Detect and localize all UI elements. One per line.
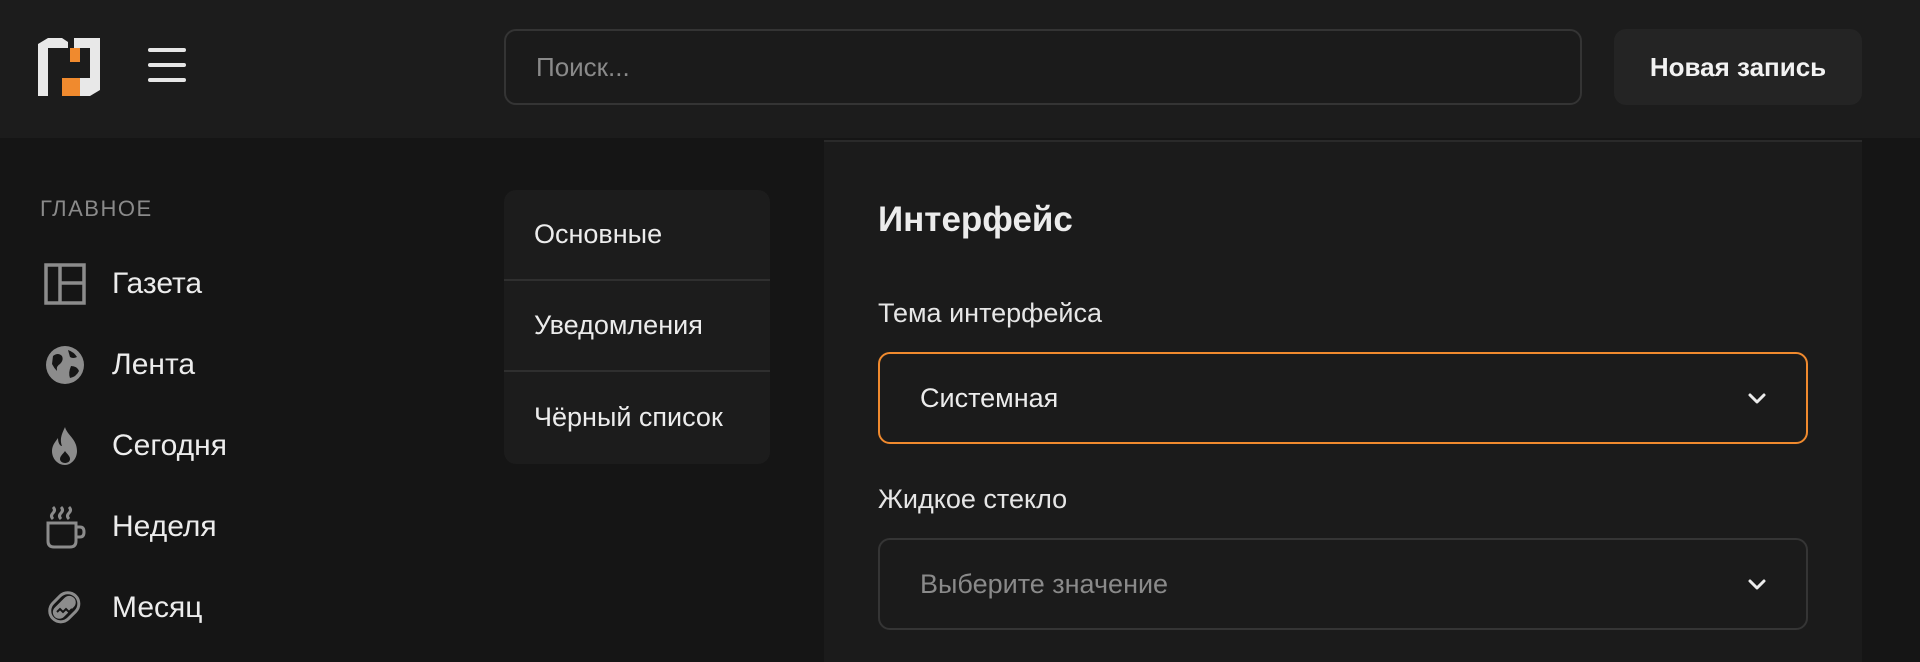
chevron-down-icon — [1748, 579, 1766, 590]
newspaper-layout-icon — [40, 259, 90, 309]
theme-select-value: Системная — [920, 382, 1059, 413]
tab-blacklist[interactable]: Чёрный список — [504, 372, 770, 463]
search-input[interactable] — [504, 29, 1582, 105]
glass-select[interactable]: Выберите значение — [878, 538, 1808, 630]
coffee-cup-icon — [40, 502, 90, 552]
flame-icon — [40, 421, 90, 471]
menu-icon[interactable] — [148, 48, 186, 84]
panel-title: Интерфейс — [878, 200, 1073, 239]
sidebar-item-gazeta[interactable]: Газета — [40, 252, 440, 316]
sidebar-item-label: Газета — [112, 267, 203, 300]
sidebar-item-lenta[interactable]: Лента — [40, 333, 440, 397]
sidebar-item-segodnya[interactable]: Сегодня — [40, 414, 440, 478]
settings-tabs: Основные Уведомления Чёрный список — [504, 190, 770, 464]
sidebar-item-label: Месяц — [112, 591, 203, 624]
sidebar-item-label: Лента — [112, 348, 196, 381]
theme-select[interactable]: Системная — [878, 352, 1808, 444]
sidebar-section-title: ГЛАВНОЕ — [40, 196, 153, 221]
sidebar-item-label: Сегодня — [112, 429, 227, 462]
top-header: Новая запись — [0, 0, 1920, 138]
chevron-down-icon — [1748, 393, 1766, 404]
tab-general[interactable]: Основные — [504, 190, 770, 281]
interface-settings-panel: Интерфейс Тема интерфейса Системная Жидк… — [824, 140, 1862, 662]
glass-field-label: Жидкое стекло — [878, 484, 1068, 514]
glass-select-placeholder: Выберите значение — [920, 568, 1169, 599]
new-post-button[interactable]: Новая запись — [1614, 29, 1862, 105]
hotdog-icon — [40, 583, 90, 633]
sidebar-item-nedelya[interactable]: Неделя — [40, 495, 440, 559]
theme-field-label: Тема интерфейса — [878, 298, 1102, 328]
sidebar-item-label: Неделя — [112, 510, 217, 543]
globe-icon — [40, 340, 90, 390]
tab-notifications[interactable]: Уведомления — [504, 281, 770, 372]
logo-icon[interactable] — [38, 38, 100, 96]
sidebar-item-mesyats[interactable]: Месяц — [40, 576, 440, 640]
